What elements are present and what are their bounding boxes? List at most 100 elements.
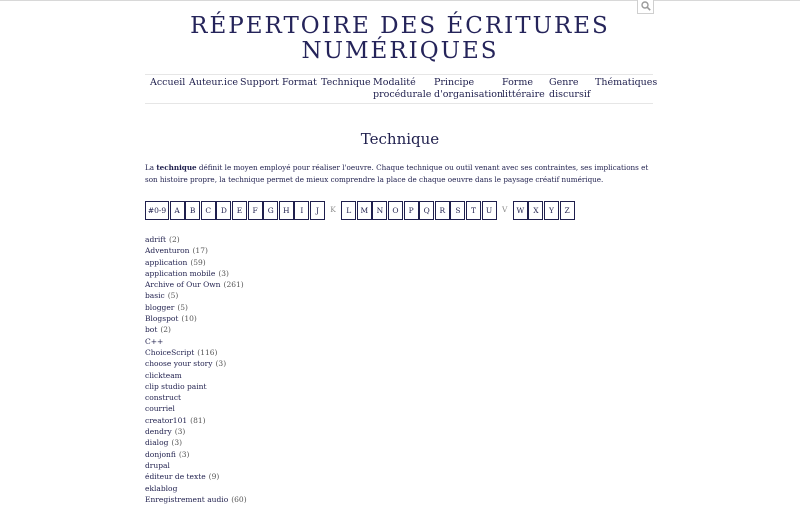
letter-q[interactable]: Q — [419, 201, 435, 220]
list-item: drupal — [145, 460, 445, 471]
term-count: (9) — [208, 472, 220, 482]
letter-t[interactable]: T — [466, 201, 481, 220]
letter-w[interactable]: W — [512, 201, 528, 220]
letter-s[interactable]: S — [450, 201, 466, 220]
list-item: eklablog — [145, 483, 445, 494]
letter-g[interactable]: G — [263, 201, 279, 220]
main-nav: Accueil Auteur.ice Support Format Techni… — [145, 74, 657, 104]
letter-h[interactable]: H — [278, 201, 294, 220]
nav-item-auteur[interactable]: Auteur.ice — [189, 77, 238, 89]
term-count: (3) — [171, 438, 183, 448]
letter-o[interactable]: O — [388, 201, 403, 220]
list-item: clickteam — [145, 370, 445, 381]
term-count: (3) — [218, 268, 229, 278]
term-link[interactable]: application — [145, 258, 187, 267]
site-title-line2: NUMÉRIQUES — [301, 38, 499, 64]
list-item: éditeur de texte (9) — [145, 471, 445, 482]
letter-b[interactable]: B — [185, 201, 201, 220]
list-item: donjonfi (3) — [145, 449, 445, 460]
alphabet-filter: #0-9 A B C D E F G H I J K L M N O P Q R S T U V W X Y Z — [145, 201, 665, 220]
term-link[interactable]: bot — [145, 325, 157, 334]
list-item: Archive of Our Own (261) — [145, 279, 445, 290]
term-link[interactable]: donjonfi — [145, 450, 176, 459]
list-item: adrift (2) — [145, 234, 445, 245]
term-link[interactable]: construct — [145, 393, 181, 402]
term-count: (60) — [231, 494, 247, 504]
term-count: (5) — [167, 291, 179, 301]
letter-u[interactable]: U — [481, 201, 497, 220]
letter-c[interactable]: C — [200, 201, 216, 220]
term-link[interactable]: drupal — [145, 461, 170, 470]
term-link[interactable]: Adventuron — [145, 246, 190, 255]
term-count: (2) — [169, 235, 180, 244]
letter-k: K — [325, 201, 341, 220]
term-link[interactable]: clip studio paint — [145, 382, 207, 391]
list-item: bot (2) — [145, 324, 445, 335]
letter-v: V — [497, 201, 513, 220]
list-item: courriel — [145, 403, 445, 414]
list-item: application mobile (3) — [145, 268, 445, 279]
letter-y[interactable]: Y — [544, 201, 559, 220]
letter-a[interactable]: A — [169, 201, 185, 220]
term-count: (10) — [181, 314, 197, 324]
term-link[interactable]: éditeur de texte — [145, 472, 206, 481]
term-link[interactable]: Enregistrement audio — [145, 495, 228, 504]
nav-item-modalite[interactable]: Modalité procédurale — [373, 77, 431, 100]
list-item: creator101 (81) — [145, 415, 445, 426]
site-title[interactable]: RÉPERTOIRE DES ÉCRITURES NUMÉRIQUES — [145, 14, 655, 64]
list-item: basic (5) — [145, 290, 445, 301]
nav-item-genre[interactable]: Genre discursif — [549, 77, 590, 100]
term-count: (2) — [160, 325, 171, 335]
term-link[interactable]: blogger — [145, 303, 174, 312]
term-link[interactable]: creator101 — [145, 416, 187, 425]
term-link[interactable]: courriel — [145, 404, 175, 413]
term-link[interactable]: eklablog — [145, 484, 177, 493]
letter-n[interactable]: N — [372, 201, 388, 220]
letter-l[interactable]: L — [341, 201, 357, 220]
term-count: (17) — [192, 246, 208, 256]
letter-x[interactable]: X — [528, 201, 544, 220]
letter-p[interactable]: P — [403, 201, 419, 220]
nav-item-support[interactable]: Support — [240, 77, 279, 89]
term-link[interactable]: application mobile — [145, 269, 215, 278]
term-link[interactable]: Blogspot — [145, 314, 178, 323]
term-link[interactable]: adrift — [145, 235, 166, 244]
search-button[interactable] — [637, 0, 654, 14]
list-item: blogger (5) — [145, 302, 445, 313]
term-link[interactable]: basic — [145, 291, 165, 300]
letter-d[interactable]: D — [216, 201, 232, 220]
list-item: construct — [145, 392, 445, 403]
term-link[interactable]: dialog — [145, 438, 168, 447]
nav-item-technique[interactable]: Technique — [321, 77, 371, 89]
term-link[interactable]: C++ — [145, 337, 163, 346]
nav-item-principe[interactable]: Principe d'organisation — [434, 77, 503, 100]
letter-e[interactable]: E — [232, 201, 247, 220]
term-link[interactable]: choose your story — [145, 359, 213, 368]
list-item: Adventuron (17) — [145, 245, 445, 256]
term-link[interactable]: ChoiceScript — [145, 348, 194, 357]
list-item: dendry (3) — [145, 426, 445, 437]
term-count: (3) — [215, 359, 227, 369]
nav-item-accueil[interactable]: Accueil — [150, 77, 185, 89]
site-title-line1: RÉPERTOIRE DES ÉCRITURES — [190, 13, 610, 39]
letter-z[interactable]: Z — [559, 201, 575, 220]
letter-f[interactable]: F — [247, 201, 263, 220]
search-icon — [641, 1, 651, 11]
letter-j[interactable]: J — [310, 201, 325, 220]
letter-digits[interactable]: #0-9 — [145, 201, 169, 220]
intro-text: La technique définit le moyen employé po… — [145, 163, 649, 184]
nav-item-forme[interactable]: Forme littéraire — [502, 77, 545, 100]
letter-r[interactable]: R — [434, 201, 450, 220]
term-link[interactable]: dendry — [145, 427, 172, 436]
page-title: Technique — [360, 130, 440, 148]
term-count: (3) — [174, 427, 186, 437]
term-link[interactable]: Archive of Our Own — [145, 280, 221, 289]
term-link[interactable]: clickteam — [145, 371, 182, 380]
nav-item-thematiques[interactable]: Thématiques — [595, 77, 657, 89]
list-item: dialog (3) — [145, 437, 445, 448]
term-count: (3) — [178, 449, 190, 459]
letter-i[interactable]: I — [294, 201, 310, 220]
letter-m[interactable]: M — [356, 201, 372, 220]
nav-item-format[interactable]: Format — [282, 77, 317, 89]
list-item: ChoiceScript (116) — [145, 347, 445, 358]
